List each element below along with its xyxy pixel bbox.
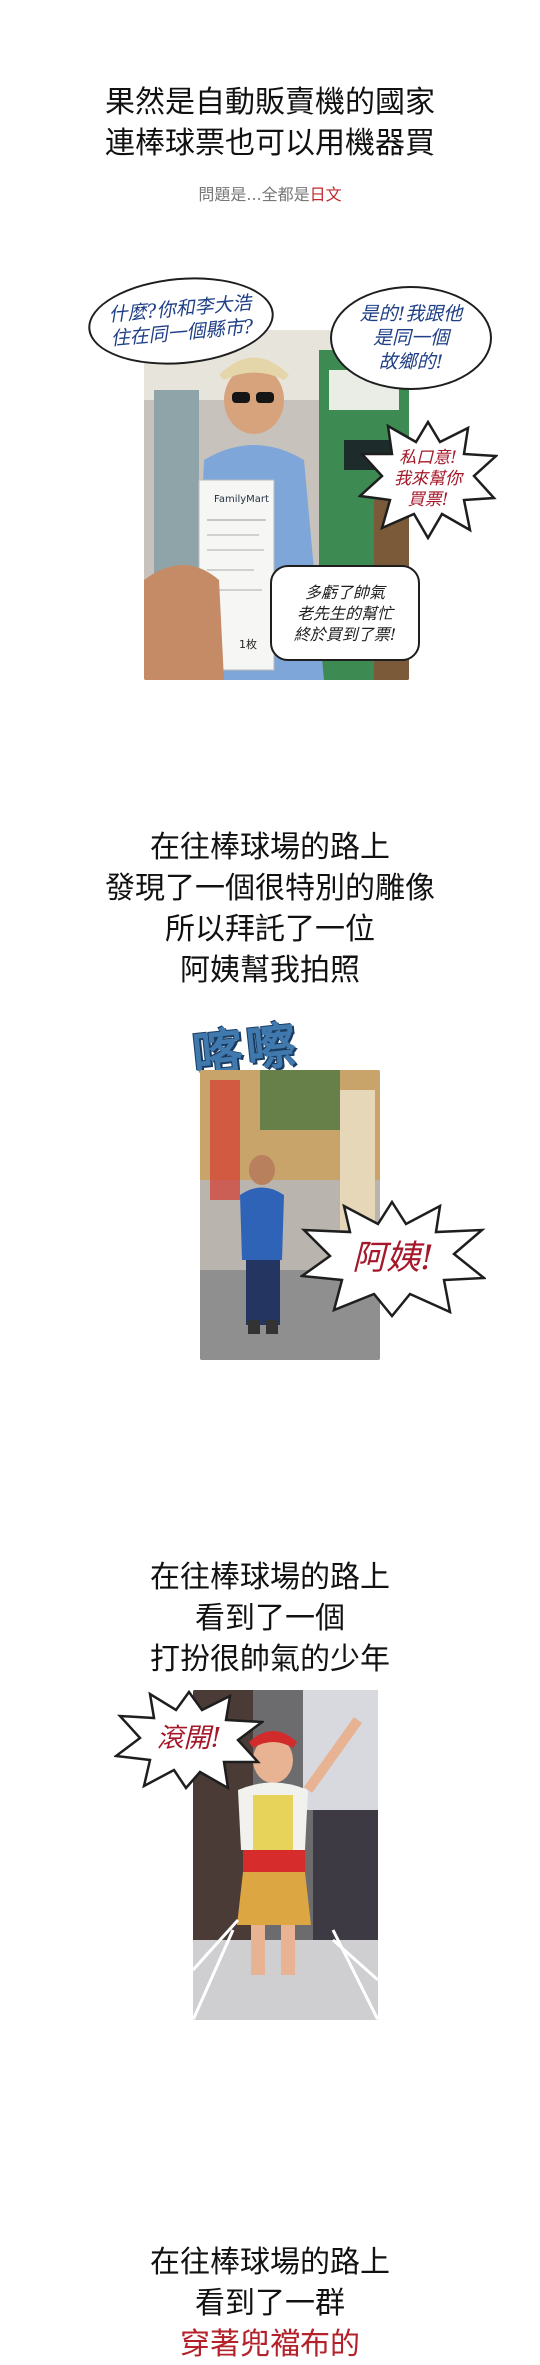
caption-section-3: 在往棒球場的路上 看到了一個 打扮很帥氣的少年 <box>0 1557 540 1680</box>
burst-bubble-auntie: 阿姨! <box>298 1199 488 1318</box>
bubble-line: 終於買到了票! <box>293 624 397 644</box>
caption-section-2: 在往棒球場的路上 發現了一個很特別的雕像 所以拜託了一位 阿姨幫我拍照 <box>0 827 540 991</box>
caption-line: 打扮很帥氣的少年 <box>150 1642 390 1677</box>
bubble-line: 故鄉的! <box>378 351 444 373</box>
caption-line: 看到了一個 <box>195 1601 345 1636</box>
caption-line-highlight: 穿著兜襠布的 <box>180 2327 360 2362</box>
caption-line: 連棒球票也可以用機器買 <box>105 126 435 161</box>
caption-line: 在往棒球場的路上 <box>150 2245 390 2280</box>
caption-line: 阿姨幫我拍照 <box>180 953 360 988</box>
caption-line: 所以拜託了一位 <box>165 912 375 947</box>
note-text: 問題是...全都是日文 <box>0 181 540 205</box>
note-prefix: 問題是...全都是 <box>198 185 310 204</box>
bubble-line: 多虧了帥氣 <box>304 582 385 602</box>
receipt-store: FamilyMart <box>214 494 269 505</box>
bubble-line: 是同一個 <box>372 327 449 349</box>
burst-text: 滾開! <box>156 1723 222 1754</box>
caption-section-4: 在往棒球場的路上 看到了一群 穿著兜襠布的 <box>0 2242 540 2365</box>
burst-bubble-seller: 私口意! 我來幫你 買票! <box>357 419 500 541</box>
note-highlight: 日文 <box>309 185 342 204</box>
bubble-line: 老先生的幫忙 <box>296 603 393 623</box>
speech-bubble-top-right: 是的!我跟他 是同一個 故鄉的! <box>330 286 492 390</box>
caption-line: 果然是自動販賣機的國家 <box>105 85 435 120</box>
burst-line: 私口意! <box>399 448 457 468</box>
caption-line: 看到了一群 <box>195 2286 345 2321</box>
caption-line: 在往棒球場的路上 <box>150 1560 390 1595</box>
burst-bubble-go-away: 滾開! <box>112 1689 266 1791</box>
burst-line: 我來幫你 <box>394 469 462 489</box>
bubble-line: 是的!我跟他 <box>359 303 463 325</box>
caption-line: 發現了一個很特別的雕像 <box>105 871 435 906</box>
burst-text: 阿姨! <box>352 1238 434 1278</box>
speech-bubble-bottom-right: 多虧了帥氣 老先生的幫忙 終於買到了票! <box>270 565 420 661</box>
burst-line: 買票! <box>407 490 449 510</box>
receipt-qty: 1枚 <box>239 637 257 651</box>
caption-section-1: 果然是自動販賣機的國家 連棒球票也可以用機器買 <box>0 82 540 164</box>
caption-line: 在往棒球場的路上 <box>150 830 390 865</box>
burst-text: 私口意! 我來幫你 買票! <box>358 448 498 511</box>
